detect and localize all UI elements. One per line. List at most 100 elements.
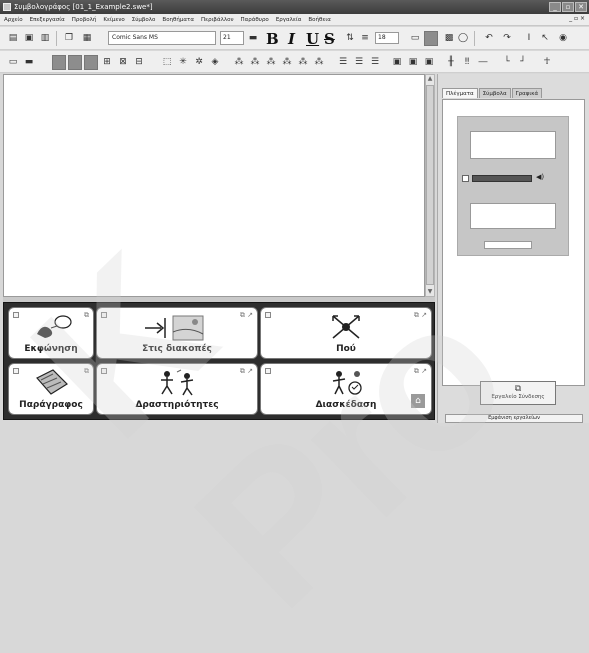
align-people-3-icon[interactable]: ⁂ [264, 55, 278, 70]
strike-button[interactable]: S [324, 30, 335, 48]
cell-label: Πού [336, 344, 356, 354]
scroll-up-icon[interactable]: ▲ [426, 75, 434, 83]
new-document-icon[interactable]: ▤ [6, 31, 20, 46]
underline-button[interactable]: U [306, 30, 319, 48]
menu-environment[interactable]: Περιβάλλον [201, 17, 234, 23]
cell-checkbox[interactable] [13, 312, 19, 318]
screen-2-icon[interactable]: ▣ [406, 55, 420, 70]
grid-cell-fun[interactable]: ⧉ ↗ ⌂ Διασκέδαση [260, 363, 432, 415]
redo-icon[interactable]: ↷ [500, 31, 514, 46]
pointer-icon[interactable]: ↖ [538, 31, 552, 46]
undo-icon[interactable]: ↶ [482, 31, 496, 46]
draw-fill-icon[interactable]: ◈ [208, 55, 222, 70]
cell-split-icon[interactable]: ⊟ [132, 55, 146, 70]
menu-tools[interactable]: Εργαλεία [276, 17, 302, 23]
cell-checkbox[interactable] [13, 368, 19, 374]
bold-button[interactable]: B [266, 30, 279, 48]
menu-file[interactable]: Αρχείο [4, 17, 23, 23]
menu-view[interactable]: Προβολή [72, 17, 97, 23]
text-cursor-icon[interactable]: I [522, 31, 536, 46]
table-insert-icon[interactable] [68, 55, 82, 70]
menu-helpers[interactable]: Βοηθήματα [162, 17, 194, 23]
save-icon[interactable]: ▣ [22, 31, 36, 46]
cell-checkbox[interactable] [101, 312, 107, 318]
grid-view-icon[interactable]: ▩ [442, 31, 456, 46]
align-people-5-icon[interactable]: ⁂ [296, 55, 310, 70]
align-right-icon[interactable]: ☰ [368, 55, 382, 70]
cell-options-icon[interactable]: ⧉ [84, 367, 89, 376]
screen-icon[interactable]: ▣ [390, 55, 404, 70]
speak-icon[interactable]: ◯ [456, 31, 470, 46]
show-tools-button[interactable]: Εμφάνιση εργαλείων [445, 414, 583, 423]
cell-options-icon[interactable]: ⧉ ↗ [240, 311, 253, 320]
cell-options-icon[interactable]: ⧉ [84, 311, 89, 320]
bracket-2-icon[interactable]: ┘ [516, 55, 530, 70]
close-button[interactable]: ✕ [575, 2, 587, 12]
italic-button[interactable]: I [288, 30, 295, 48]
align-left-icon[interactable]: ☰ [336, 55, 350, 70]
cell-options-icon[interactable]: ⧉ ↗ [414, 367, 427, 376]
tab-symbols[interactable]: Σύμβολα [478, 88, 511, 98]
cell-options-icon[interactable]: ⧉ ↗ [414, 311, 427, 320]
draw-shape-icon[interactable]: ✳ [176, 55, 190, 70]
cell-checkbox[interactable] [101, 368, 107, 374]
mdi-controls[interactable]: _ ▫ × [569, 15, 585, 22]
bracket-icon[interactable]: └ [500, 55, 514, 70]
font-select[interactable]: Comic Sans MS [108, 31, 216, 45]
minimize-button[interactable]: _ [549, 2, 561, 12]
palette-icon[interactable] [424, 31, 438, 46]
help-icon[interactable]: ◉ [556, 31, 570, 46]
cell-grid-icon[interactable]: ⊞ [100, 55, 114, 70]
figure-icon[interactable]: ☥ [540, 55, 554, 70]
grid-cell-speech[interactable]: ⧉ Εκφώνηση [8, 307, 94, 359]
marker-icon[interactable]: ‼ [460, 55, 474, 70]
tab-graphics[interactable]: Γραφικά [511, 88, 543, 98]
editor-scrollbar[interactable]: ▲ ▼ [425, 74, 435, 297]
document-editor[interactable] [3, 74, 425, 297]
screen-3-icon[interactable]: ▣ [422, 55, 436, 70]
maximize-button[interactable]: ▫ [562, 2, 574, 12]
menu-text[interactable]: Κείμενο [103, 17, 124, 23]
menu-help[interactable]: Βοήθεια [308, 17, 330, 23]
cell-options-icon[interactable]: ⧉ ↗ [240, 367, 253, 376]
grid-preview[interactable]: ◀) [457, 116, 569, 256]
cell-checkbox[interactable] [265, 312, 271, 318]
align-people-2-icon[interactable]: ⁂ [248, 55, 262, 70]
align-people-6-icon[interactable]: ⁂ [312, 55, 326, 70]
cell-checkbox[interactable] [265, 368, 271, 374]
grid-cell-holidays[interactable]: ⧉ ↗ Στις διακοπές [96, 307, 258, 359]
draw-box-icon[interactable]: ⬚ [160, 55, 174, 70]
menu-edit[interactable]: Επεξεργασία [30, 17, 65, 23]
text-color-icon[interactable]: ▬ [246, 31, 260, 46]
page-layout-icon[interactable]: ▭ [6, 55, 20, 70]
draw-star-icon[interactable]: ✲ [192, 55, 206, 70]
align-people-icon[interactable]: ⁂ [232, 55, 246, 70]
paste-icon[interactable]: ▦ [80, 31, 94, 46]
page-margin-icon[interactable]: ▬ [22, 55, 36, 70]
align-people-4-icon[interactable]: ⁂ [280, 55, 294, 70]
picture-frame-icon[interactable]: ▭ [408, 31, 422, 46]
symbol-size-select[interactable]: 18 [375, 32, 399, 44]
symbol-spacing-icon[interactable]: ⇅ [343, 31, 357, 46]
font-size-select[interactable]: 21 [220, 31, 244, 45]
cell-frame-icon[interactable]: ⊠ [116, 55, 130, 70]
menu-symbol[interactable]: Σύμβολο [132, 17, 156, 23]
menu-window[interactable]: Παράθυρο [241, 17, 269, 23]
align-center-icon[interactable]: ☰ [352, 55, 366, 70]
tab-grids[interactable]: Πλέγματα [442, 88, 478, 98]
grid-cell-activities[interactable]: ⧉ ↗ Δραστηριότητες [96, 363, 258, 415]
connect-tool-button[interactable]: ⧉ Εργαλείο Σύνδεσης [480, 381, 556, 405]
crosshair-icon[interactable]: ╫ [444, 55, 458, 70]
scroll-thumb[interactable] [426, 85, 434, 285]
scroll-down-icon[interactable]: ▼ [426, 288, 434, 296]
line-icon[interactable]: ― [476, 55, 490, 70]
print-icon[interactable]: ▥ [38, 31, 52, 46]
grid-cell-paragraph[interactable]: ⧉ Παράγραφος [8, 363, 94, 415]
table-icon[interactable] [52, 55, 66, 70]
table-delete-icon[interactable] [84, 55, 98, 70]
grid-cell-where[interactable]: ⧉ ↗ Πού [260, 307, 432, 359]
cell-label: Παράγραφος [19, 400, 83, 410]
copy-icon[interactable]: ❐ [62, 31, 76, 46]
line-spacing-icon[interactable]: ≡ [358, 31, 372, 46]
preview-checkbox [462, 175, 469, 182]
